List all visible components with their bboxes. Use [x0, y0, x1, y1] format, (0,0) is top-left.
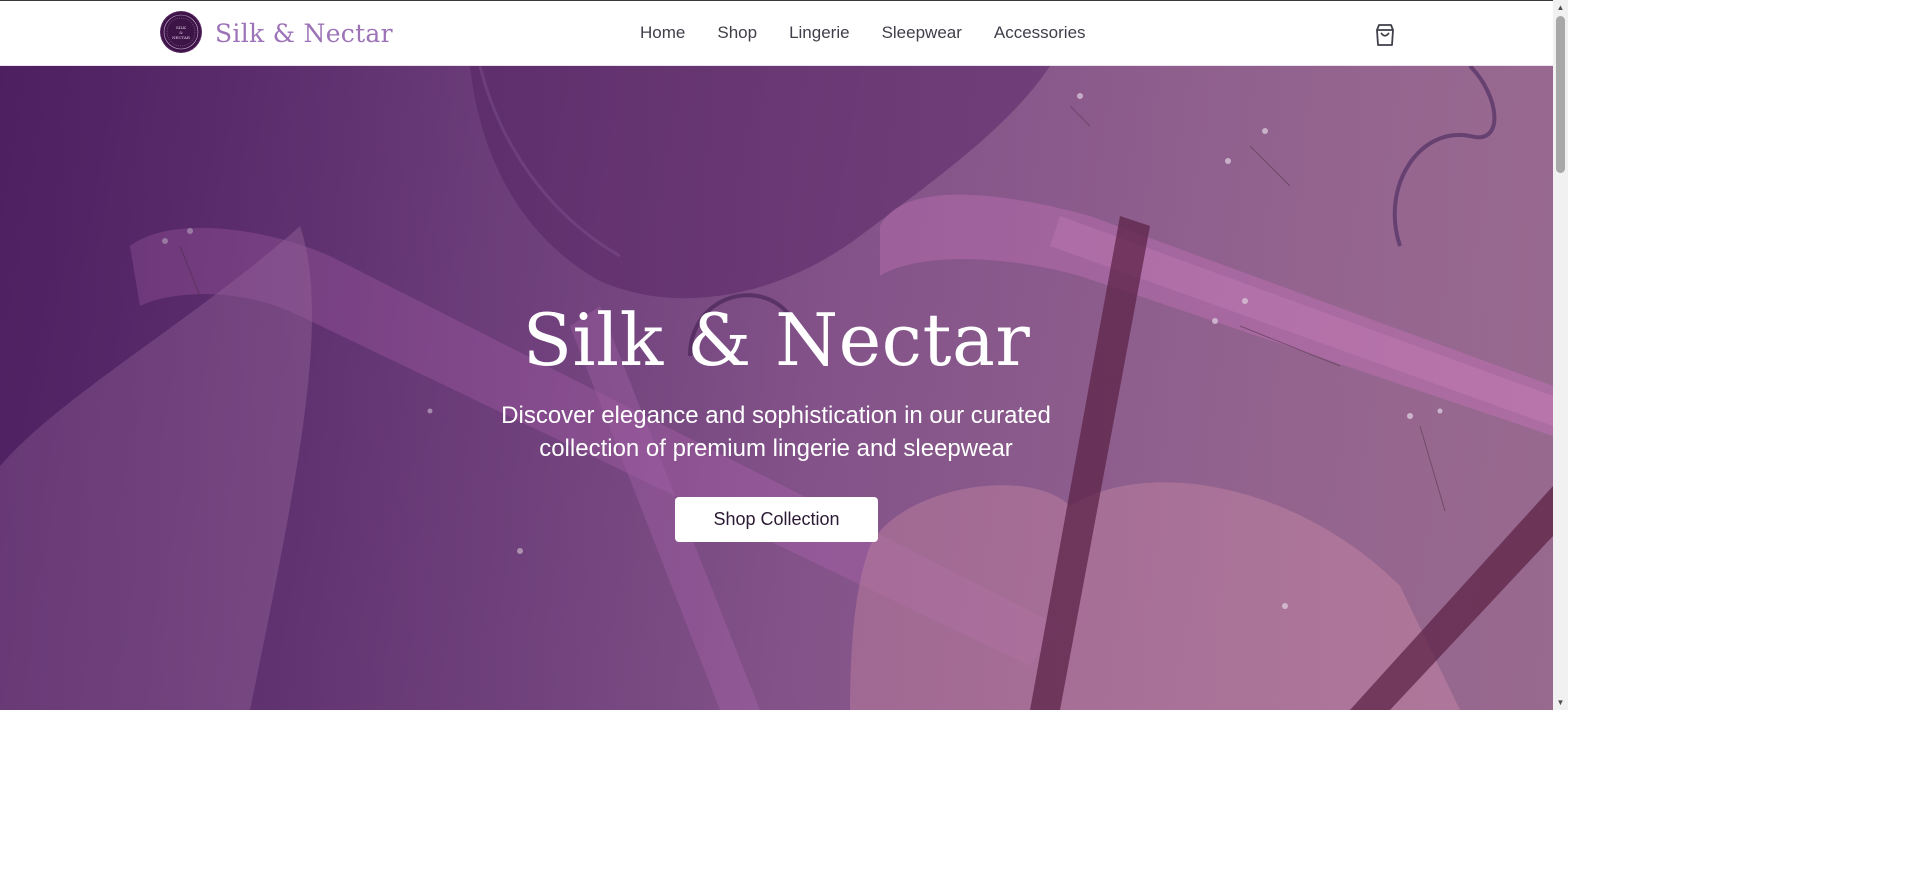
hero-section: Silk & Nectar Discover elegance and soph… — [0, 66, 1553, 710]
page: SILK & NECTAR Silk & Nectar Home Shop Li… — [0, 0, 1553, 710]
nav-accessories[interactable]: Accessories — [994, 21, 1086, 45]
logo-badge[interactable]: SILK & NECTAR — [161, 12, 201, 52]
shopping-bag-icon — [1376, 24, 1394, 46]
vertical-scrollbar[interactable]: ▲ ▼ — [1553, 0, 1568, 710]
scrollbar-thumb[interactable] — [1556, 16, 1565, 173]
hero-overlay — [0, 66, 1553, 710]
scroll-down-arrow-icon[interactable]: ▼ — [1553, 695, 1568, 710]
logo-emblem-icon: SILK & NECTAR — [163, 14, 199, 50]
site-header: SILK & NECTAR Silk & Nectar Home Shop Li… — [0, 0, 1553, 66]
nav-sleepwear[interactable]: Sleepwear — [882, 21, 962, 45]
main-nav: Home Shop Lingerie Sleepwear Accessories — [640, 21, 1086, 45]
hero-title: Silk & Nectar — [522, 298, 1031, 382]
hero-subtitle: Discover elegance and sophistication in … — [501, 402, 1051, 462]
nav-lingerie[interactable]: Lingerie — [789, 21, 850, 45]
badge-line-3: NECTAR — [172, 35, 191, 40]
brand-name[interactable]: Silk & Nectar — [215, 17, 393, 51]
shop-collection-button[interactable]: Shop Collection — [675, 497, 878, 542]
nav-shop[interactable]: Shop — [717, 21, 757, 45]
nav-home[interactable]: Home — [640, 21, 685, 45]
scroll-up-arrow-icon[interactable]: ▲ — [1553, 0, 1568, 15]
cart-button[interactable] — [1371, 21, 1399, 49]
